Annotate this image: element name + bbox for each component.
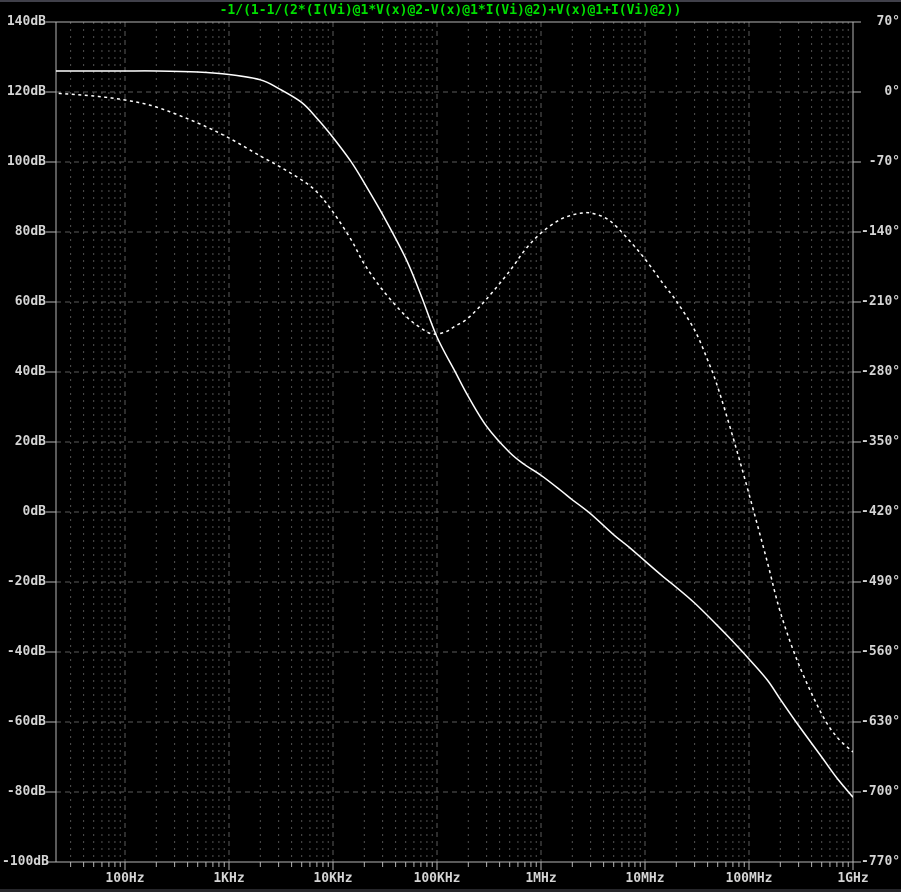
y-right-tick-label: -210°: [861, 294, 901, 309]
y-left-tick-label: 40dB: [14, 364, 46, 379]
x-axis-tick-label: 10MHz: [625, 871, 665, 886]
bode-plot-canvas: [46, 21, 861, 870]
x-axis-tick-label: 1KHz: [213, 871, 245, 886]
y-right-tick-label: -280°: [861, 364, 901, 379]
x-axis-tick-label: 100MHz: [725, 871, 773, 886]
x-axis-tick-label: 100KHz: [413, 871, 461, 886]
y-right-tick-label: -630°: [861, 714, 901, 729]
y-right-tick-label: -420°: [861, 504, 901, 519]
y-left-tick-label: 100dB: [6, 154, 46, 169]
y-right-tick-label: -700°: [861, 784, 901, 799]
y-right-tick-label: -490°: [861, 574, 901, 589]
y-right-tick-label: -70°: [868, 154, 900, 169]
y-left-tick-label: -80dB: [6, 784, 46, 799]
y-left-tick-label: -20dB: [6, 574, 46, 589]
ltspice-waveform-pane: -1/(1-1/(2*(I(Vi)@1*V(x)@2-V(x)@1*I(Vi)@…: [0, 0, 901, 892]
y-right-tick-label: -770°: [861, 854, 901, 869]
x-axis-tick-label: 1GHz: [837, 871, 869, 886]
y-right-tick-label: 70°: [876, 14, 900, 29]
y-left-tick-label: 60dB: [14, 294, 46, 309]
y-left-tick-label: -40dB: [6, 644, 46, 659]
y-right-tick-label: -140°: [861, 224, 901, 239]
y-left-tick-label: 140dB: [6, 14, 46, 29]
y-left-tick-label: 120dB: [6, 84, 46, 99]
y-right-tick-label: 0°: [884, 84, 900, 99]
x-axis-tick-label: 1MHz: [525, 871, 557, 886]
y-right-tick-label: -560°: [861, 644, 901, 659]
y-right-tick-label: -350°: [861, 434, 901, 449]
y-left-tick-label: 20dB: [14, 434, 46, 449]
y-left-tick-label: -100dB: [2, 854, 49, 869]
y-left-tick-label: 0dB: [22, 504, 46, 519]
y-left-tick-label: 80dB: [14, 224, 46, 239]
x-axis-tick-label: 10KHz: [313, 871, 353, 886]
x-axis-tick-label: 100Hz: [105, 871, 145, 886]
y-left-tick-label: -60dB: [6, 714, 46, 729]
